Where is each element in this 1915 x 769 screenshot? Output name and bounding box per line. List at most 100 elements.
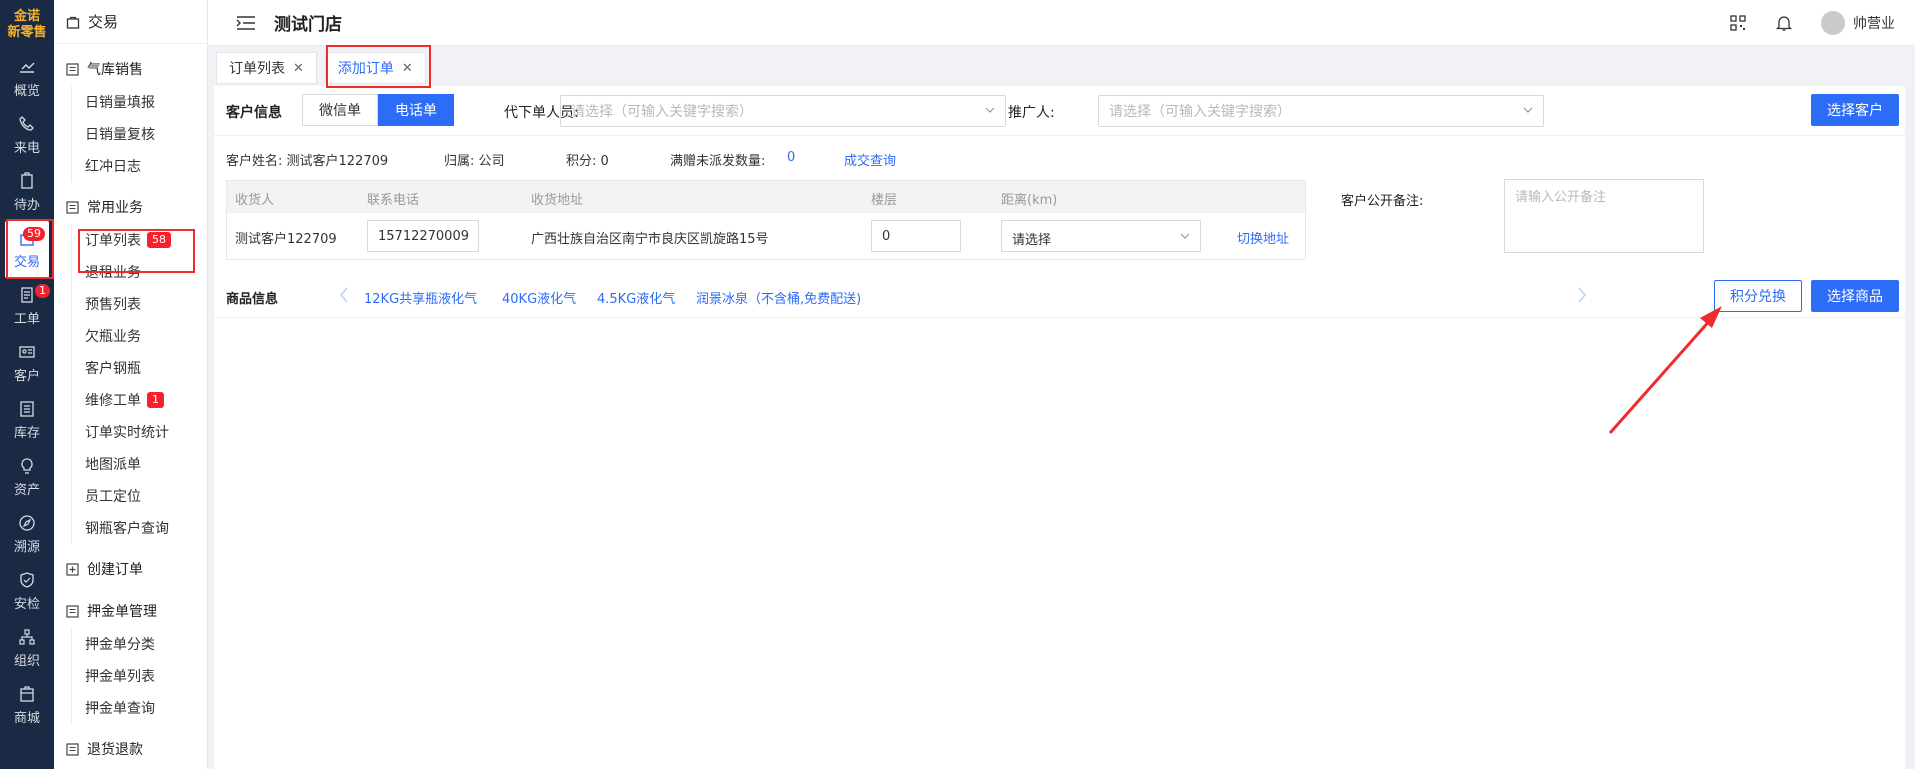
compass-icon [19, 515, 35, 531]
bell-icon[interactable] [1775, 14, 1793, 32]
promoter-select[interactable]: 请选择（可输入关键字搜索） [1098, 95, 1544, 127]
gift-value: 0 [787, 150, 796, 165]
menu-item[interactable]: 钢瓶客户查询 [71, 512, 207, 544]
menu-item-label: 押金单分类 [85, 637, 155, 653]
rail-item-11[interactable]: 商城 [0, 677, 54, 734]
rail-item-6[interactable]: 库存 [0, 392, 54, 449]
menu-item-label: 日销量填报 [85, 95, 155, 111]
chart-icon [20, 62, 35, 73]
customer-info-label: 客户信息 [226, 105, 282, 121]
secondary-menu: 交易 气库销售 日销量填报 日销量复核 红冲日志 常用业务 订单列表 58 退租业务 预售列表欠… [54, 0, 208, 769]
menu-title: 交易 [54, 0, 207, 44]
address-table: 收货人 联系电话 收货地址 楼层 距离(km) 测试客户122709 15712… [226, 180, 1306, 260]
close-icon[interactable]: ✕ [293, 61, 304, 76]
rail-item-1[interactable]: 来电 [0, 107, 54, 164]
chevron-down-icon [985, 107, 995, 113]
menu-item[interactable]: 客户钢瓶 [71, 352, 207, 384]
highlight-box-add-order-tab [326, 45, 431, 88]
bulb-icon [21, 458, 33, 474]
tab-order-list[interactable]: 订单列表 ✕ [216, 52, 317, 84]
table-row: 测试客户122709 15712270009 广西壮族自治区南宁市良庆区凯旋路1… [227, 213, 1305, 259]
menu-group-label: 退货退款 [87, 742, 143, 758]
chevron-left-icon[interactable] [338, 287, 350, 303]
clipboard-icon [21, 172, 33, 189]
add-order-form: 客户信息 微信单 电话单 代下单人员: 请选择（可输入关键字搜索） 推广人: 请… [214, 86, 1905, 769]
distance-select[interactable]: 请选择 [1001, 220, 1201, 252]
goods-tab-water[interactable]: 润景冰泉（不含桶,免费配送) [696, 288, 861, 307]
customer-belong: 归属: 公司 [444, 154, 505, 169]
public-remark-textarea[interactable]: 请输入公开备注 [1504, 179, 1704, 253]
menu-group-2[interactable]: 创建订单 [54, 552, 207, 586]
rail-badge: 1 [35, 284, 50, 298]
rail-item-0[interactable]: 概览 [0, 50, 54, 107]
worksheet-icon [21, 287, 33, 303]
floor-input[interactable]: 0 [871, 220, 961, 252]
menu-group-label: 押金单管理 [87, 604, 157, 620]
rail-item-4[interactable]: 工单 1 [0, 278, 54, 335]
rail-item-5[interactable]: 客户 [0, 335, 54, 392]
highlight-box-order-list [78, 229, 195, 273]
menu-item[interactable]: 订单实时统计 [71, 416, 207, 448]
qrcode-icon[interactable] [1729, 14, 1747, 32]
goods-info-bar: 商品信息 12KG共享瓶液化气 40KG液化气 4.5KG液化气 润景冰泉（不含… [214, 276, 1905, 318]
choose-customer-button[interactable]: 选择客户 [1811, 94, 1899, 126]
deal-query-link[interactable]: 成交查询 [844, 150, 896, 169]
org-icon [19, 629, 35, 645]
menu-item[interactable]: 押金单分类 [71, 628, 207, 660]
menu-item[interactable]: 预售列表 [71, 288, 207, 320]
col-receiver: 收货人 [235, 193, 275, 208]
menu-item[interactable]: 欠瓶业务 [71, 320, 207, 352]
top-header: 测试门店 帅营业 [208, 0, 1915, 46]
rail-item-10[interactable]: 组织 [0, 620, 54, 677]
menu-group-3[interactable]: 押金单管理 [54, 594, 207, 628]
rail-item-8[interactable]: 溯源 [0, 506, 54, 563]
chevron-down-icon [1180, 233, 1190, 239]
menu-group-0[interactable]: 气库销售 [54, 52, 207, 86]
rail-item-7[interactable]: 资产 [0, 449, 54, 506]
rail-item-2[interactable]: 待办 [0, 164, 54, 221]
chevron-right-icon[interactable] [1576, 287, 1588, 303]
goods-tab-40kg[interactable]: 40KG液化气 [502, 288, 576, 307]
receiver-cell: 测试客户122709 [235, 232, 337, 247]
phone-order-option[interactable]: 电话单 [378, 94, 454, 126]
plus-square-icon [66, 562, 79, 576]
menu-item-label: 预售列表 [85, 297, 141, 313]
col-floor: 楼层 [871, 193, 898, 208]
address-table-header: 收货人 联系电话 收货地址 楼层 距离(km) [227, 181, 1305, 213]
chevron-down-icon [1523, 107, 1533, 113]
rail-item-label: 工单 [13, 312, 40, 327]
menu-item-label: 地图派单 [85, 457, 141, 473]
wechat-order-option[interactable]: 微信单 [302, 94, 378, 126]
list-icon [20, 401, 34, 417]
brand-logo: 金诺 新零售 [0, 0, 54, 50]
rail-item-label: 待办 [13, 198, 40, 213]
menu-title-text: 交易 [88, 13, 119, 31]
menu-item-label: 日销量复核 [85, 127, 155, 143]
avatar[interactable] [1821, 11, 1845, 35]
menu-item[interactable]: 日销量复核 [71, 118, 207, 150]
menu-item[interactable]: 员工定位 [71, 480, 207, 512]
menu-item[interactable]: 日销量填报 [71, 86, 207, 118]
bag-icon [66, 16, 80, 29]
phone-input[interactable]: 15712270009 [367, 220, 479, 252]
switch-address-link[interactable]: 切换地址 [1237, 228, 1289, 247]
remark-label: 客户公开备注: [1341, 194, 1424, 209]
list-icon [66, 200, 79, 214]
goods-tab-4-5kg[interactable]: 4.5KG液化气 [597, 288, 675, 307]
choose-goods-button[interactable]: 选择商品 [1811, 280, 1899, 312]
menu-item[interactable]: 押金单查询 [71, 692, 207, 724]
user-name[interactable]: 帅营业 [1853, 13, 1895, 33]
menu-item[interactable]: 红冲日志 [71, 150, 207, 182]
rail-item-9[interactable]: 安检 [0, 563, 54, 620]
menu-group-1[interactable]: 常用业务 [54, 190, 207, 224]
points-exchange-button[interactable]: 积分兑换 [1714, 280, 1802, 312]
menu-item[interactable]: 地图派单 [71, 448, 207, 480]
menu-toggle-icon[interactable] [236, 15, 256, 31]
menu-group-label: 常用业务 [87, 200, 143, 216]
menu-item[interactable]: 维修工单 1 [71, 384, 207, 416]
agent-select[interactable]: 请选择（可输入关键字搜索） [560, 95, 1006, 127]
goods-tab-12kg[interactable]: 12KG共享瓶液化气 [364, 288, 477, 307]
menu-item[interactable]: 押金单列表 [71, 660, 207, 692]
col-address: 收货地址 [531, 193, 584, 208]
menu-group-4[interactable]: 退货退款 [54, 732, 207, 766]
